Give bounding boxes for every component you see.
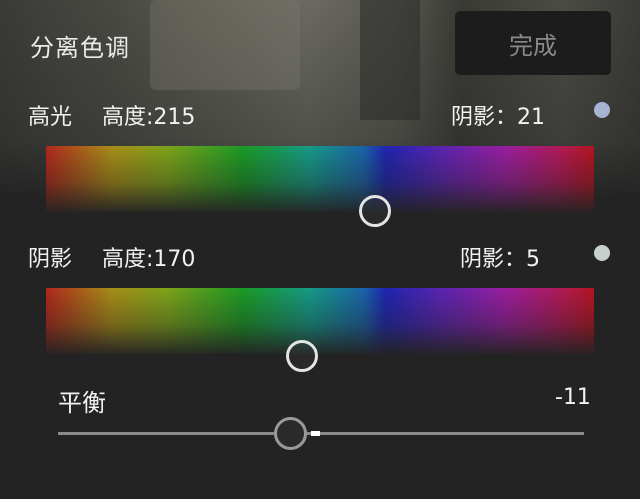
balance-value: -11 xyxy=(555,385,591,410)
balance-slider-track[interactable] xyxy=(58,432,584,435)
highlights-color-swatch xyxy=(594,102,610,118)
backdrop-shape xyxy=(150,0,300,90)
shadows-hue-knob[interactable] xyxy=(286,340,318,372)
done-button[interactable]: 完成 xyxy=(455,11,611,75)
backdrop-shape xyxy=(360,0,420,120)
shadows-color-swatch xyxy=(594,245,610,261)
balance-slider-knob[interactable] xyxy=(274,417,307,450)
highlights-hue-value: 高度:215 xyxy=(102,105,196,130)
balance-label: 平衡 xyxy=(58,389,106,417)
highlights-saturation-value: 阴影：21 xyxy=(451,105,545,130)
shadows-label: 阴影 xyxy=(28,247,73,272)
panel-title: 分离色调 xyxy=(30,34,130,62)
highlights-hue-knob[interactable] xyxy=(359,195,391,227)
highlights-hue-slider[interactable] xyxy=(46,146,594,212)
shadows-hue-slider[interactable] xyxy=(46,288,594,354)
shadows-saturation-value: 阴影：5 xyxy=(460,247,540,272)
balance-center-mark xyxy=(311,431,320,436)
shadows-hue-value: 高度:170 xyxy=(102,247,196,272)
highlights-label: 高光 xyxy=(28,105,73,130)
